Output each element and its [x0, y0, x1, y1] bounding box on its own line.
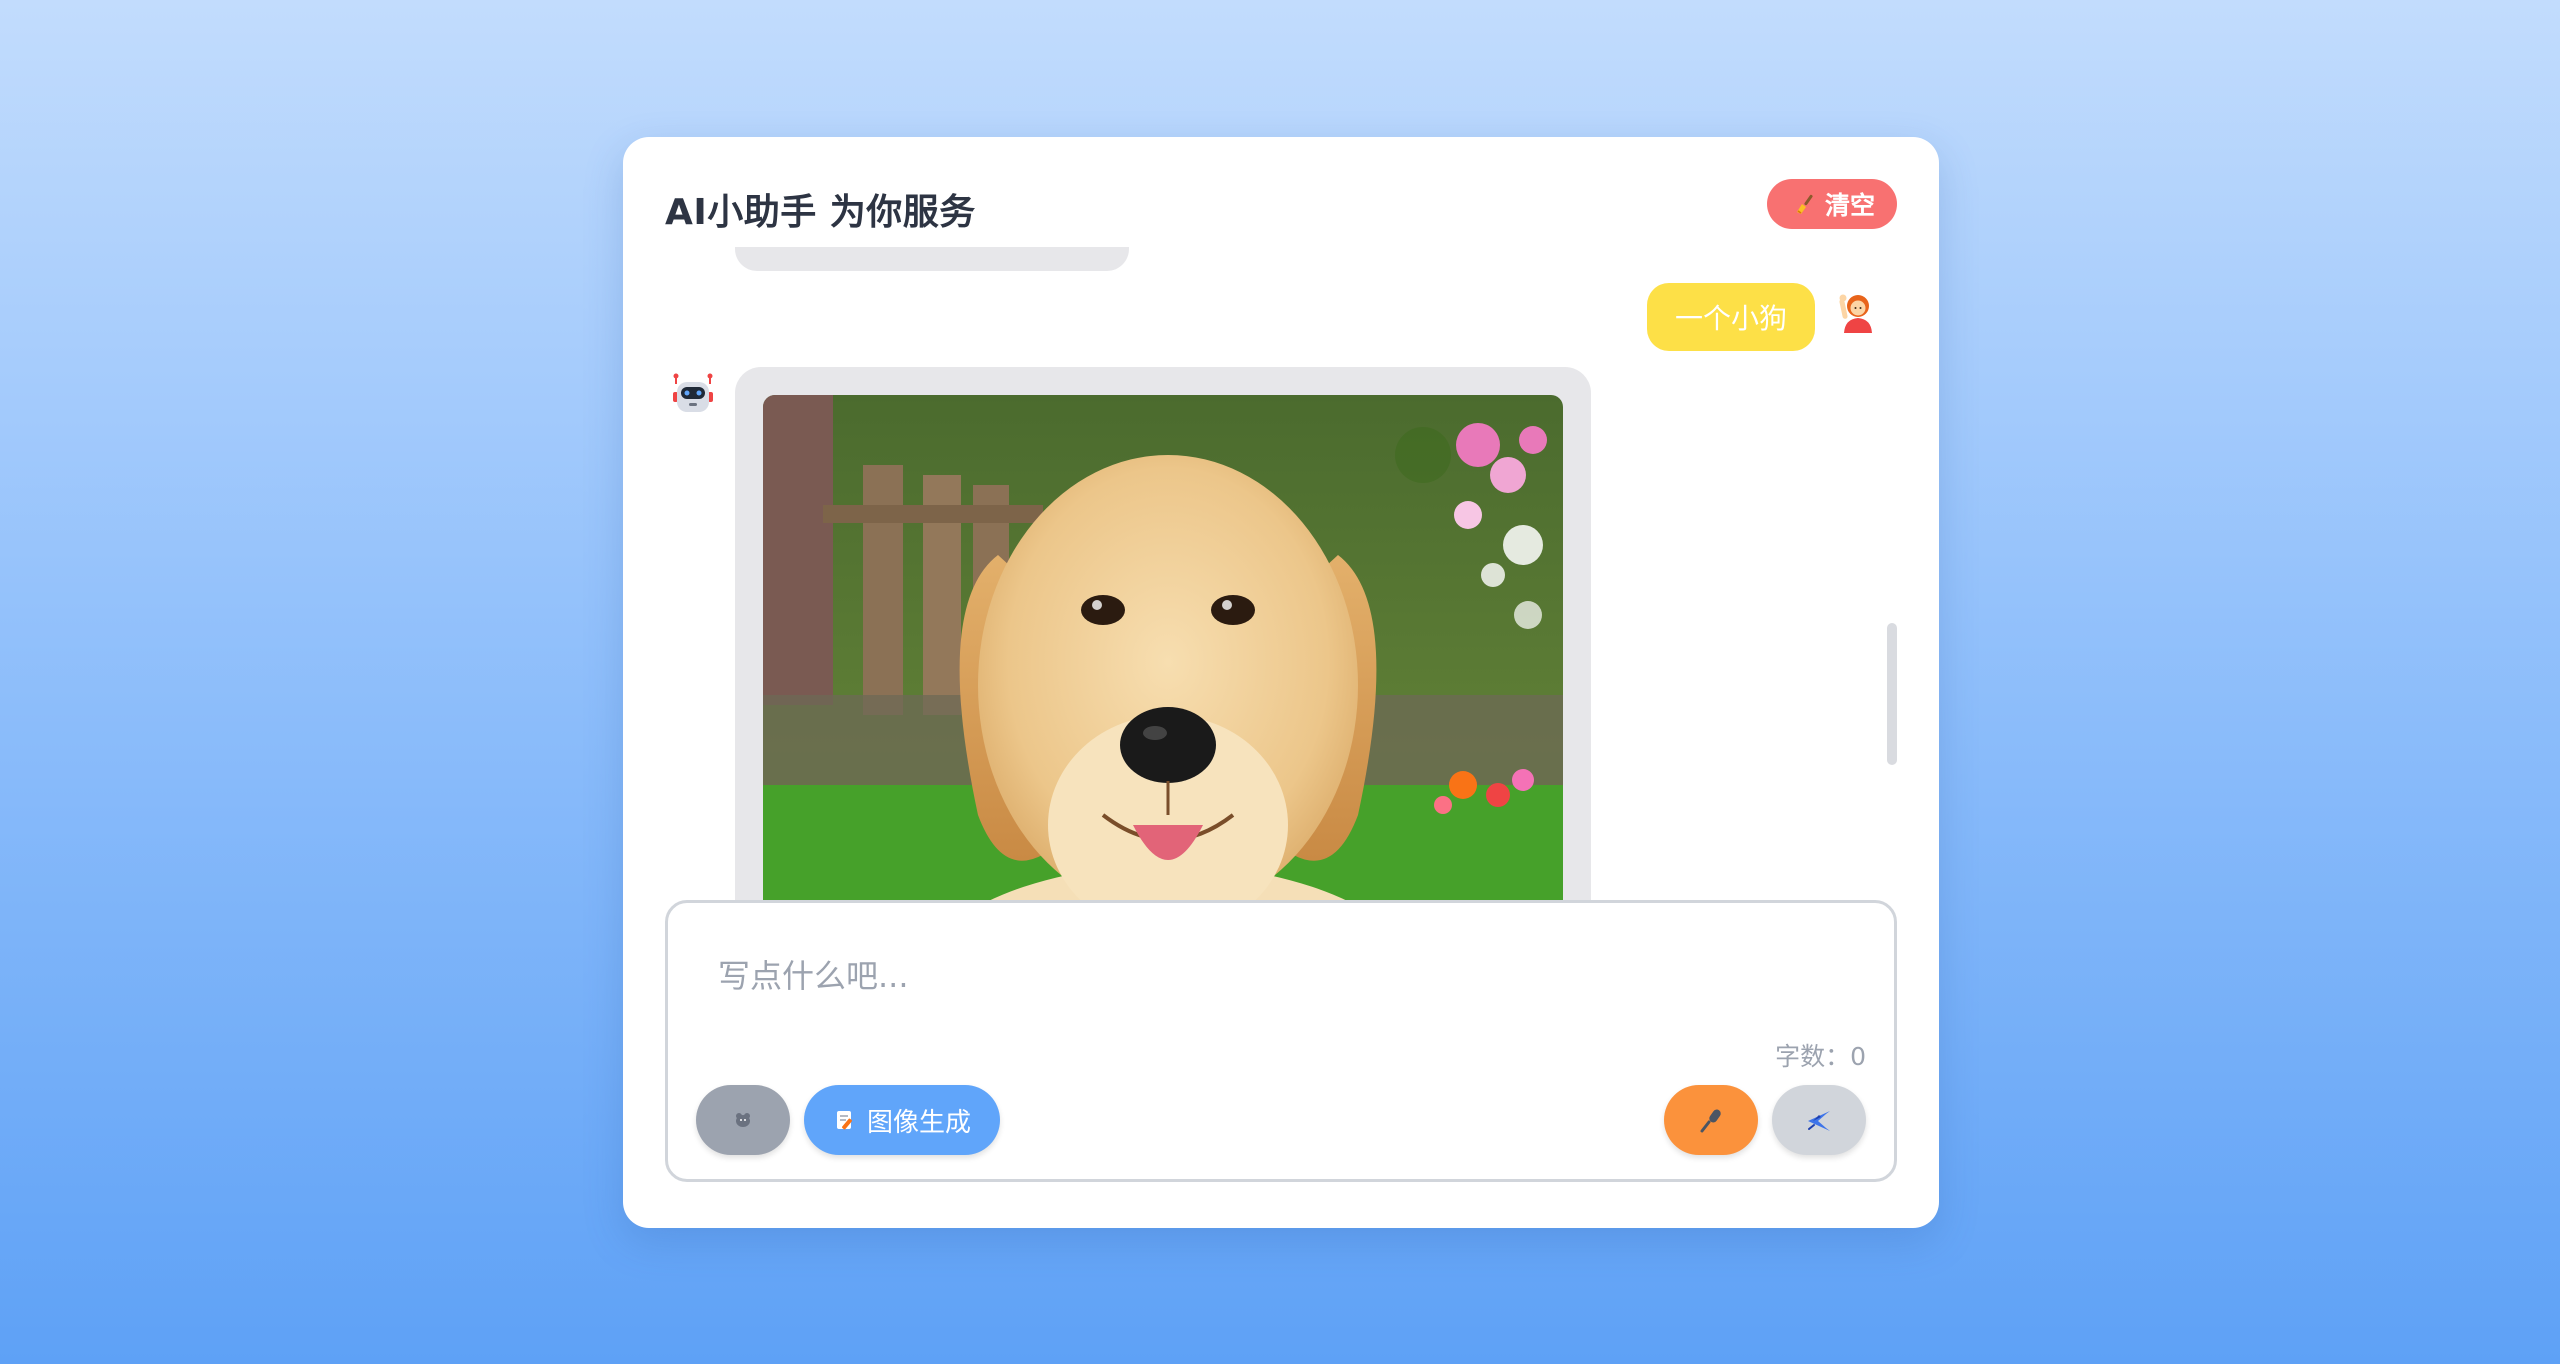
- clear-button[interactable]: 清空: [1766, 179, 1897, 229]
- clear-button-label: 清空: [1824, 191, 1875, 220]
- message-list[interactable]: 一个小狗: [623, 247, 1939, 995]
- previous-message-bubble: [735, 247, 1129, 271]
- user-message-bubble: 一个小狗: [1646, 283, 1815, 351]
- memo-icon: [836, 1111, 852, 1130]
- message-input[interactable]: [716, 949, 1720, 1013]
- message-list-scrollbar[interactable]: [1887, 623, 1897, 765]
- mouse-icon: [736, 1113, 750, 1127]
- mouse-button[interactable]: [696, 1085, 790, 1155]
- send-button[interactable]: [1772, 1085, 1866, 1155]
- page-title: AI小助手 为你服务: [665, 192, 976, 233]
- broom-icon: [1796, 194, 1813, 214]
- image-generation-button[interactable]: 图像生成: [804, 1085, 1000, 1155]
- chat-header: AI小助手 为你服务 清空: [665, 177, 1897, 233]
- airplane-icon: [1808, 1111, 1830, 1131]
- microphone-icon: [1700, 1109, 1721, 1133]
- voice-input-button[interactable]: [1664, 1085, 1758, 1155]
- image-generation-label: 图像生成: [866, 1107, 971, 1138]
- message-composer: 字数：0 图像生成: [665, 900, 1897, 1182]
- person-raising-hand-icon: [1835, 289, 1883, 337]
- robot-icon: [669, 371, 717, 419]
- char-count: 字数：0: [1775, 1042, 1866, 1071]
- chat-card: AI小助手 为你服务 清空 一个小狗 写点什么吧... 字数：0 图像生成: [623, 137, 1939, 1228]
